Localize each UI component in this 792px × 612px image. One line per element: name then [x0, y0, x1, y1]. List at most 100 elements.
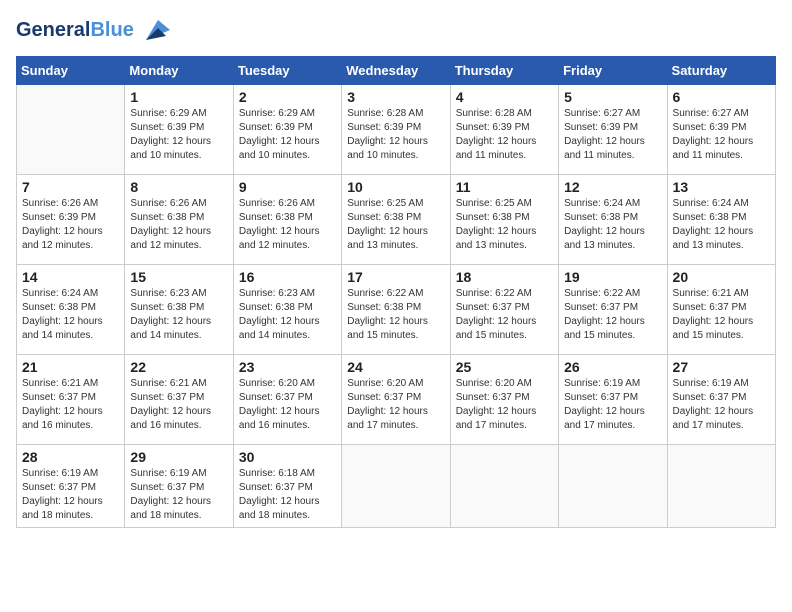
day-info: Sunrise: 6:22 AM Sunset: 6:38 PM Dayligh…: [347, 287, 444, 343]
day-number: 5: [564, 89, 661, 105]
day-of-week-header: Friday: [559, 57, 667, 85]
calendar-cell: [450, 445, 558, 528]
calendar-header-row: SundayMondayTuesdayWednesdayThursdayFrid…: [17, 57, 776, 85]
calendar-cell: 12 Sunrise: 6:24 AM Sunset: 6:38 PM Dayli…: [559, 175, 667, 265]
calendar-cell: 28 Sunrise: 6:19 AM Sunset: 6:37 PM Dayli…: [17, 445, 125, 528]
day-number: 24: [347, 359, 444, 375]
day-number: 2: [239, 89, 336, 105]
day-number: 18: [456, 269, 553, 285]
day-number: 29: [130, 449, 227, 465]
day-number: 15: [130, 269, 227, 285]
day-info: Sunrise: 6:25 AM Sunset: 6:38 PM Dayligh…: [347, 197, 444, 253]
calendar-cell: 5Sunrise: 6:27 AM Sunset: 6:39 PM Daylig…: [559, 85, 667, 175]
calendar-cell: 1Sunrise: 6:29 AM Sunset: 6:39 PM Daylig…: [125, 85, 233, 175]
day-info: Sunrise: 6:19 AM Sunset: 6:37 PM Dayligh…: [22, 467, 119, 523]
day-info: Sunrise: 6:21 AM Sunset: 6:37 PM Dayligh…: [130, 377, 227, 433]
day-info: Sunrise: 6:19 AM Sunset: 6:37 PM Dayligh…: [564, 377, 661, 433]
calendar-week-row: 14Sunrise: 6:24 AM Sunset: 6:38 PM Dayli…: [17, 265, 776, 355]
day-number: 21: [22, 359, 119, 375]
day-info: Sunrise: 6:24 AM Sunset: 6:38 PM Dayligh…: [564, 197, 661, 253]
day-info: Sunrise: 6:26 AM Sunset: 6:38 PM Dayligh…: [130, 197, 227, 253]
day-number: 17: [347, 269, 444, 285]
day-info: Sunrise: 6:23 AM Sunset: 6:38 PM Dayligh…: [130, 287, 227, 343]
day-info: Sunrise: 6:20 AM Sunset: 6:37 PM Dayligh…: [347, 377, 444, 433]
day-of-week-header: Saturday: [667, 57, 775, 85]
calendar-cell: 26 Sunrise: 6:19 AM Sunset: 6:37 PM Dayli…: [559, 355, 667, 445]
day-number: 22: [130, 359, 227, 375]
calendar-cell: 19Sunrise: 6:22 AM Sunset: 6:37 PM Dayli…: [559, 265, 667, 355]
day-info: Sunrise: 6:21 AM Sunset: 6:37 PM Dayligh…: [673, 287, 770, 343]
day-number: 4: [456, 89, 553, 105]
calendar-cell: [17, 85, 125, 175]
day-info: Sunrise: 6:27 AM Sunset: 6:39 PM Dayligh…: [673, 107, 770, 163]
day-info: Sunrise: 6:23 AM Sunset: 6:38 PM Dayligh…: [239, 287, 336, 343]
calendar-cell: 11 Sunrise: 6:25 AM Sunset: 6:38 PM Dayli…: [450, 175, 558, 265]
day-info: Sunrise: 6:19 AM Sunset: 6:37 PM Dayligh…: [673, 377, 770, 433]
logo: GeneralBlue: [16, 16, 170, 44]
day-info: Sunrise: 6:19 AM Sunset: 6:37 PM Dayligh…: [130, 467, 227, 523]
calendar-cell: [559, 445, 667, 528]
day-number: 6: [673, 89, 770, 105]
day-info: Sunrise: 6:21 AM Sunset: 6:37 PM Dayligh…: [22, 377, 119, 433]
day-number: 25: [456, 359, 553, 375]
calendar-cell: 10Sunrise: 6:25 AM Sunset: 6:38 PM Dayli…: [342, 175, 450, 265]
calendar-cell: [342, 445, 450, 528]
day-info: Sunrise: 6:28 AM Sunset: 6:39 PM Dayligh…: [347, 107, 444, 163]
calendar-table: SundayMondayTuesdayWednesdayThursdayFrid…: [16, 56, 776, 528]
day-info: Sunrise: 6:24 AM Sunset: 6:38 PM Dayligh…: [673, 197, 770, 253]
calendar-cell: 4 Sunrise: 6:28 AM Sunset: 6:39 PM Daylig…: [450, 85, 558, 175]
calendar-week-row: 21 Sunrise: 6:21 AM Sunset: 6:37 PM Dayli…: [17, 355, 776, 445]
day-of-week-header: Thursday: [450, 57, 558, 85]
calendar-cell: 15 Sunrise: 6:23 AM Sunset: 6:38 PM Dayli…: [125, 265, 233, 355]
day-number: 7: [22, 179, 119, 195]
day-number: 20: [673, 269, 770, 285]
day-number: 26: [564, 359, 661, 375]
logo-text: GeneralBlue: [16, 19, 134, 41]
calendar-cell: 2 Sunrise: 6:29 AM Sunset: 6:39 PM Daylig…: [233, 85, 341, 175]
calendar-cell: 21 Sunrise: 6:21 AM Sunset: 6:37 PM Dayli…: [17, 355, 125, 445]
day-number: 14: [22, 269, 119, 285]
calendar-cell: 20 Sunrise: 6:21 AM Sunset: 6:37 PM Dayli…: [667, 265, 775, 355]
day-number: 19: [564, 269, 661, 285]
logo-icon: [138, 16, 170, 44]
calendar-cell: 25 Sunrise: 6:20 AM Sunset: 6:37 PM Dayli…: [450, 355, 558, 445]
day-number: 30: [239, 449, 336, 465]
day-number: 27: [673, 359, 770, 375]
day-number: 16: [239, 269, 336, 285]
calendar-cell: 8 Sunrise: 6:26 AM Sunset: 6:38 PM Daylig…: [125, 175, 233, 265]
calendar-cell: 17 Sunrise: 6:22 AM Sunset: 6:38 PM Dayli…: [342, 265, 450, 355]
day-number: 11: [456, 179, 553, 195]
calendar-cell: 24 Sunrise: 6:20 AM Sunset: 6:37 PM Dayli…: [342, 355, 450, 445]
day-number: 12: [564, 179, 661, 195]
day-info: Sunrise: 6:26 AM Sunset: 6:39 PM Dayligh…: [22, 197, 119, 253]
page-header: GeneralBlue: [16, 16, 776, 44]
day-info: Sunrise: 6:20 AM Sunset: 6:37 PM Dayligh…: [456, 377, 553, 433]
day-of-week-header: Wednesday: [342, 57, 450, 85]
calendar-cell: 29 Sunrise: 6:19 AM Sunset: 6:37 PM Dayli…: [125, 445, 233, 528]
calendar-cell: 7 Sunrise: 6:26 AM Sunset: 6:39 PM Daylig…: [17, 175, 125, 265]
day-info: Sunrise: 6:26 AM Sunset: 6:38 PM Dayligh…: [239, 197, 336, 253]
day-info: Sunrise: 6:29 AM Sunset: 6:39 PM Dayligh…: [239, 107, 336, 163]
calendar-cell: 22 Sunrise: 6:21 AM Sunset: 6:37 PM Dayli…: [125, 355, 233, 445]
day-info: Sunrise: 6:29 AM Sunset: 6:39 PM Dayligh…: [130, 107, 227, 163]
day-number: 3: [347, 89, 444, 105]
calendar-cell: 9Sunrise: 6:26 AM Sunset: 6:38 PM Daylig…: [233, 175, 341, 265]
day-number: 28: [22, 449, 119, 465]
day-of-week-header: Sunday: [17, 57, 125, 85]
day-info: Sunrise: 6:25 AM Sunset: 6:38 PM Dayligh…: [456, 197, 553, 253]
calendar-cell: 23Sunrise: 6:20 AM Sunset: 6:37 PM Dayli…: [233, 355, 341, 445]
calendar-week-row: 1Sunrise: 6:29 AM Sunset: 6:39 PM Daylig…: [17, 85, 776, 175]
calendar-cell: [667, 445, 775, 528]
day-number: 13: [673, 179, 770, 195]
calendar-cell: 13 Sunrise: 6:24 AM Sunset: 6:38 PM Dayli…: [667, 175, 775, 265]
calendar-week-row: 28 Sunrise: 6:19 AM Sunset: 6:37 PM Dayli…: [17, 445, 776, 528]
day-number: 8: [130, 179, 227, 195]
day-of-week-header: Monday: [125, 57, 233, 85]
day-info: Sunrise: 6:18 AM Sunset: 6:37 PM Dayligh…: [239, 467, 336, 523]
calendar-cell: 3 Sunrise: 6:28 AM Sunset: 6:39 PM Daylig…: [342, 85, 450, 175]
calendar-cell: 14Sunrise: 6:24 AM Sunset: 6:38 PM Dayli…: [17, 265, 125, 355]
calendar-cell: 18 Sunrise: 6:22 AM Sunset: 6:37 PM Dayli…: [450, 265, 558, 355]
day-info: Sunrise: 6:22 AM Sunset: 6:37 PM Dayligh…: [456, 287, 553, 343]
day-info: Sunrise: 6:28 AM Sunset: 6:39 PM Dayligh…: [456, 107, 553, 163]
calendar-cell: 16 Sunrise: 6:23 AM Sunset: 6:38 PM Dayli…: [233, 265, 341, 355]
